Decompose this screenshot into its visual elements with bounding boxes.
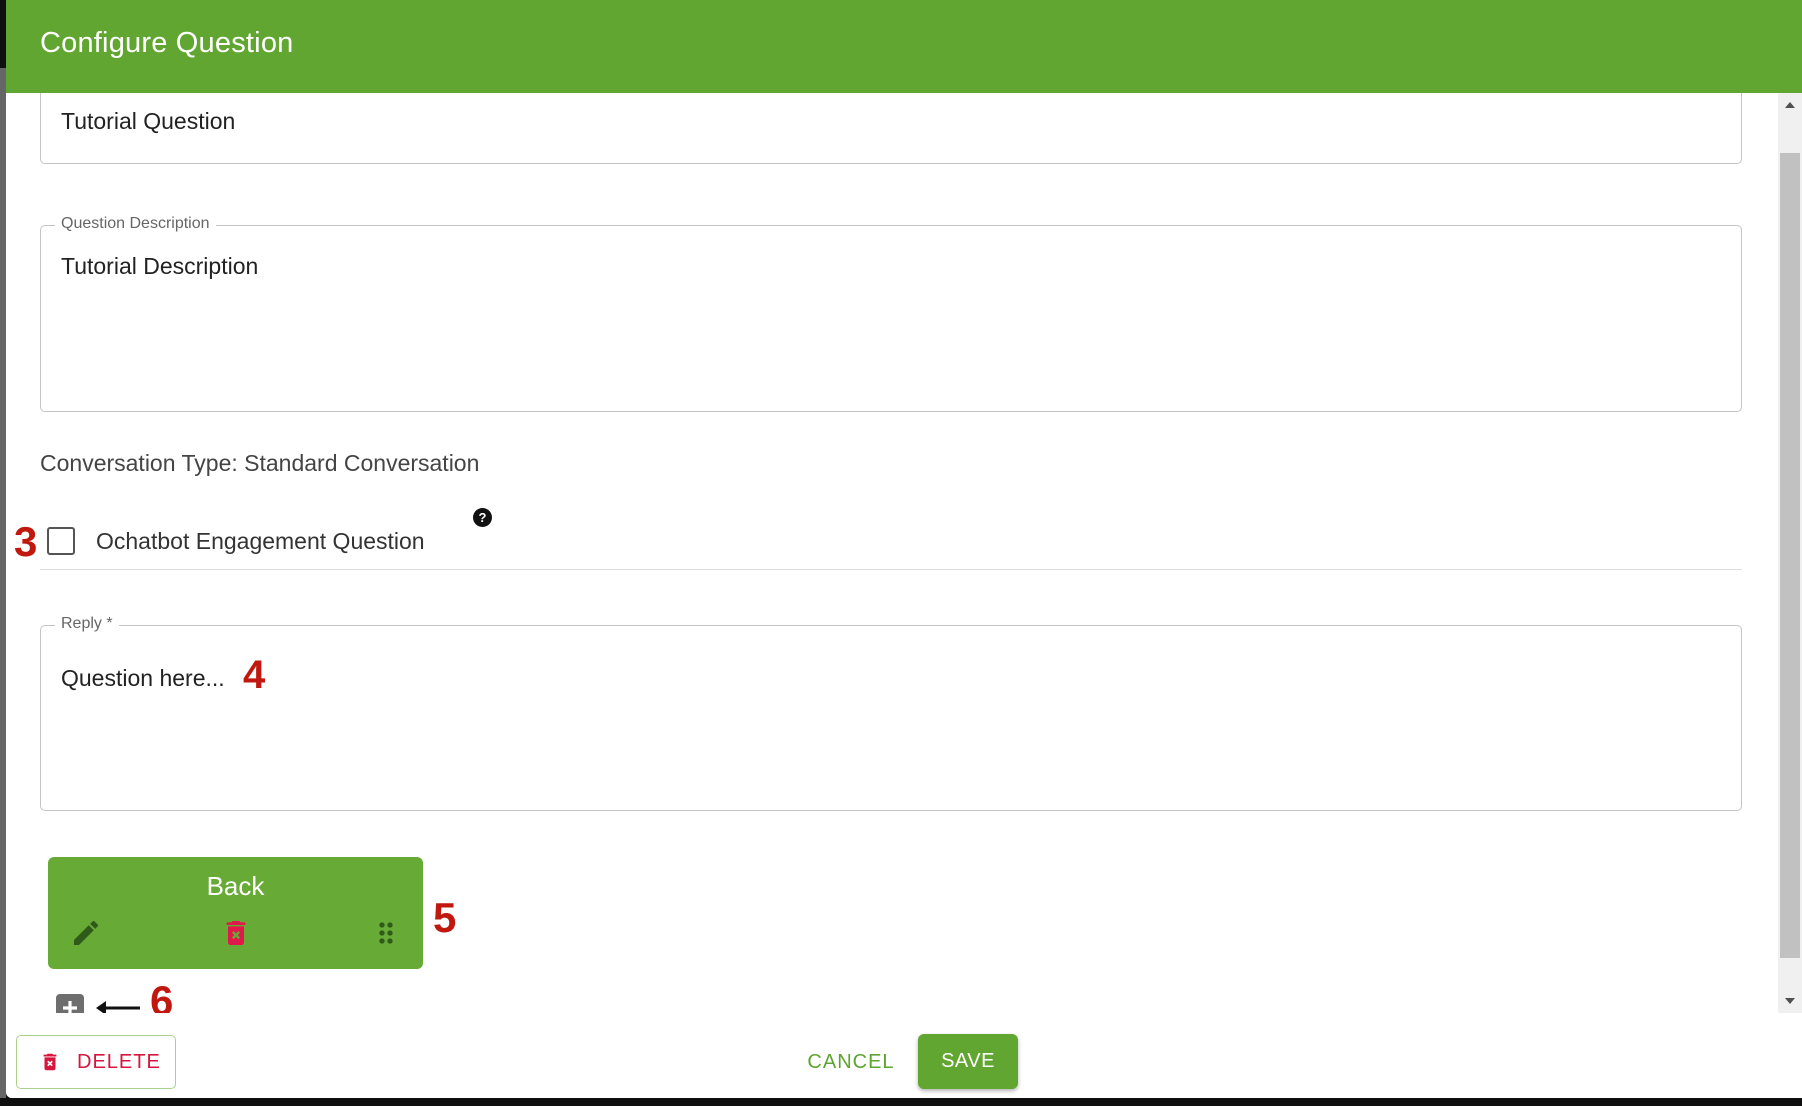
dialog-content: Tutorial Question Question Description T… — [6, 93, 1776, 1013]
engagement-question-checkbox[interactable] — [47, 527, 75, 555]
delete-button-label: DELETE — [77, 1050, 161, 1073]
dialog-footer: DELETE CANCEL SAVE — [6, 1013, 1802, 1098]
vertical-scrollbar[interactable] — [1778, 93, 1802, 1013]
engagement-question-label[interactable]: Ochatbot Engagement Question — [96, 528, 425, 555]
annotation-6: 6 — [150, 977, 174, 1014]
question-title-value[interactable]: Tutorial Question — [61, 108, 235, 135]
annotation-5: 5 — [433, 894, 457, 941]
dialog-title: Configure Question — [40, 27, 294, 59]
reply-button-card[interactable]: Back — [48, 857, 423, 969]
question-description-label: Question Description — [55, 215, 216, 233]
delete-icon[interactable] — [220, 917, 252, 949]
scroll-down-arrow-icon[interactable] — [1778, 989, 1802, 1013]
trash-icon — [43, 1053, 57, 1071]
conversation-type-text: Conversation Type: Standard Conversation — [40, 450, 480, 476]
reply-field[interactable]: Reply * Question here... 4 — [40, 615, 1742, 811]
drag-handle-icon[interactable] — [370, 917, 402, 949]
reply-text[interactable]: Question here... — [61, 665, 225, 691]
edit-icon[interactable] — [70, 917, 102, 949]
reply-value[interactable]: Question here... 4 — [61, 653, 265, 695]
configure-question-dialog: Configure Question Tutorial Question Que… — [6, 0, 1802, 1098]
save-button[interactable]: SAVE — [918, 1034, 1018, 1089]
section-divider — [40, 569, 1742, 570]
delete-button[interactable]: DELETE — [16, 1035, 176, 1089]
cancel-button[interactable]: CANCEL — [796, 1035, 906, 1089]
question-description-value[interactable]: Tutorial Description — [61, 253, 258, 280]
reply-button-label: Back — [206, 871, 265, 901]
engagement-question-row[interactable]: Ochatbot Engagement Question — [40, 521, 425, 561]
scroll-up-arrow-icon[interactable] — [1778, 93, 1802, 117]
add-button-icon[interactable] — [56, 994, 84, 1013]
question-title-field[interactable]: Tutorial Question — [40, 93, 1742, 164]
arrow-left-icon — [96, 1001, 140, 1013]
annotation-3: 3 — [14, 518, 38, 565]
scrollbar-thumb[interactable] — [1780, 153, 1800, 958]
help-icon[interactable]: ? — [473, 508, 492, 527]
question-description-field[interactable]: Question Description Tutorial Descriptio… — [40, 215, 1742, 412]
annotation-4: 4 — [243, 653, 266, 697]
dialog-header: Configure Question — [6, 0, 1802, 93]
reply-label: Reply * — [55, 615, 119, 633]
